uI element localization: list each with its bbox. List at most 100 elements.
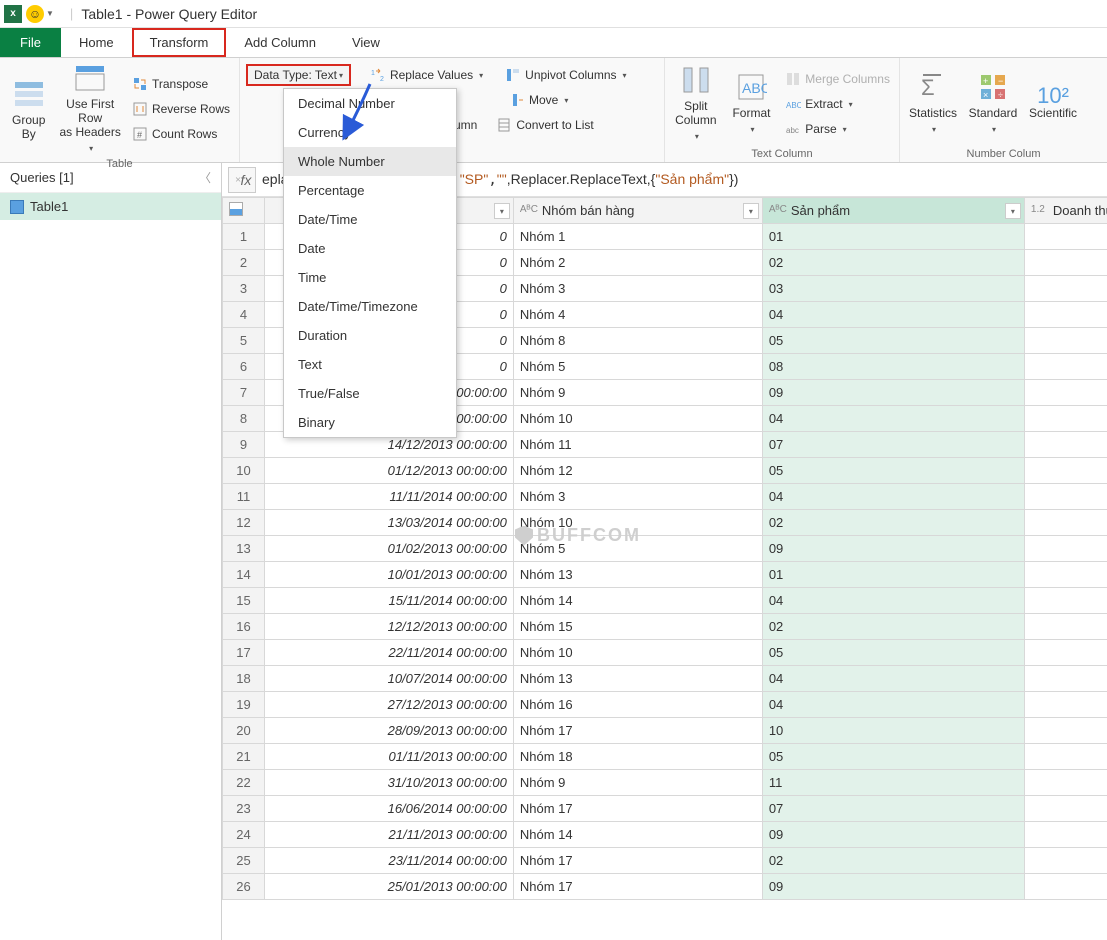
standard-button[interactable]: +−×÷ Standard▾ bbox=[966, 62, 1020, 146]
cell-group[interactable]: Nhóm 5 bbox=[513, 536, 762, 562]
cell-revenue[interactable]: 102 bbox=[1024, 666, 1107, 692]
cell-group[interactable]: Nhóm 9 bbox=[513, 770, 762, 796]
cell-revenue[interactable]: 66.3 bbox=[1024, 484, 1107, 510]
dropdown-item-true-false[interactable]: True/False bbox=[284, 379, 456, 408]
cell-group[interactable]: Nhóm 13 bbox=[513, 666, 762, 692]
cell-group[interactable]: Nhóm 11 bbox=[513, 432, 762, 458]
cell-product[interactable]: 10 bbox=[762, 718, 1024, 744]
table-row[interactable]: 2316/06/2014 00:00:00Nhóm 170747 bbox=[223, 796, 1107, 822]
cell-date[interactable]: 11/11/2014 00:00:00 bbox=[264, 484, 513, 510]
convert-to-list-button[interactable]: Convert to List bbox=[493, 114, 596, 136]
statistics-button[interactable]: Σ Statistics▾ bbox=[906, 62, 960, 146]
cell-product[interactable]: 04 bbox=[762, 588, 1024, 614]
qat-dropdown-icon[interactable]: ▼ bbox=[46, 9, 54, 18]
cell-product[interactable]: 08 bbox=[762, 354, 1024, 380]
dropdown-item-date-time[interactable]: Date/Time bbox=[284, 205, 456, 234]
dropdown-item-duration[interactable]: Duration bbox=[284, 321, 456, 350]
cell-product[interactable]: 04 bbox=[762, 302, 1024, 328]
cell-product[interactable]: 09 bbox=[762, 874, 1024, 900]
table-row[interactable]: 1111/11/2014 00:00:00Nhóm 30466.3 bbox=[223, 484, 1107, 510]
table-row[interactable]: 2421/11/2013 00:00:00Nhóm 140973.13 bbox=[223, 822, 1107, 848]
cell-date[interactable]: 10/07/2014 00:00:00 bbox=[264, 666, 513, 692]
cell-date[interactable]: 01/02/2013 00:00:00 bbox=[264, 536, 513, 562]
cell-group[interactable]: Nhóm 15 bbox=[513, 614, 762, 640]
cell-date[interactable]: 13/03/2014 00:00:00 bbox=[264, 510, 513, 536]
dropdown-item-decimal-number[interactable]: Decimal Number bbox=[284, 89, 456, 118]
dropdown-item-binary[interactable]: Binary bbox=[284, 408, 456, 437]
group-by-button[interactable]: Group By bbox=[6, 62, 51, 156]
dropdown-item-percentage[interactable]: Percentage bbox=[284, 176, 456, 205]
cell-product[interactable]: 05 bbox=[762, 328, 1024, 354]
cell-group[interactable]: Nhóm 3 bbox=[513, 276, 762, 302]
cell-product[interactable]: 09 bbox=[762, 380, 1024, 406]
data-type-button[interactable]: Data Type: Text▾ bbox=[246, 64, 351, 86]
cell-revenue[interactable]: 44.52 bbox=[1024, 744, 1107, 770]
cell-product[interactable]: 02 bbox=[762, 614, 1024, 640]
cell-product[interactable]: 01 bbox=[762, 562, 1024, 588]
cell-revenue[interactable]: 47 bbox=[1024, 796, 1107, 822]
move-button[interactable]: Move▾ bbox=[506, 89, 571, 111]
cell-date[interactable]: 01/12/2013 00:00:00 bbox=[264, 458, 513, 484]
cell-group[interactable]: Nhóm 14 bbox=[513, 588, 762, 614]
table-row[interactable]: 1810/07/2014 00:00:00Nhóm 1304102 bbox=[223, 666, 1107, 692]
cell-product[interactable]: 04 bbox=[762, 406, 1024, 432]
cell-revenue[interactable]: 25 bbox=[1024, 536, 1107, 562]
cell-date[interactable]: 27/12/2013 00:00:00 bbox=[264, 692, 513, 718]
cell-group[interactable]: Nhóm 1 bbox=[513, 224, 762, 250]
replace-values-button[interactable]: 12Replace Values▾ bbox=[367, 64, 486, 86]
scientific-button[interactable]: 10² Scientific bbox=[1026, 62, 1080, 146]
dropdown-item-currency[interactable]: Currency bbox=[284, 118, 456, 147]
cell-group[interactable]: Nhóm 4 bbox=[513, 302, 762, 328]
queries-collapse-icon[interactable]: 〈 bbox=[199, 169, 211, 186]
cell-group[interactable]: Nhóm 9 bbox=[513, 380, 762, 406]
dropdown-item-time[interactable]: Time bbox=[284, 263, 456, 292]
table-row[interactable]: 1612/12/2013 00:00:00Nhóm 150219.95 bbox=[223, 614, 1107, 640]
cell-revenue[interactable]: 155.1 bbox=[1024, 224, 1107, 250]
dropdown-item-date[interactable]: Date bbox=[284, 234, 456, 263]
cell-revenue[interactable]: 19.95 bbox=[1024, 510, 1107, 536]
column-header-san-pham[interactable]: AᴮCSản phẩm▾ bbox=[762, 198, 1024, 224]
cell-date[interactable]: 21/11/2013 00:00:00 bbox=[264, 822, 513, 848]
table-row[interactable]: 1927/12/2013 00:00:00Nhóm 160466.64 bbox=[223, 692, 1107, 718]
cell-date[interactable]: 01/11/2013 00:00:00 bbox=[264, 744, 513, 770]
query-item-table1[interactable]: Table1 bbox=[0, 193, 221, 220]
table-row[interactable]: 1722/11/2014 00:00:00Nhóm 100567.13 bbox=[223, 640, 1107, 666]
cell-group[interactable]: Nhóm 17 bbox=[513, 848, 762, 874]
table-row[interactable]: 2101/11/2013 00:00:00Nhóm 180544.52 bbox=[223, 744, 1107, 770]
cell-product[interactable]: 09 bbox=[762, 822, 1024, 848]
cell-product[interactable]: 04 bbox=[762, 692, 1024, 718]
cell-product[interactable]: 05 bbox=[762, 744, 1024, 770]
unpivot-columns-button[interactable]: Unpivot Columns▾ bbox=[502, 64, 629, 86]
cell-date[interactable]: 23/11/2014 00:00:00 bbox=[264, 848, 513, 874]
cell-group[interactable]: Nhóm 5 bbox=[513, 354, 762, 380]
column-header-doanh-thu[interactable]: 1.2Doanh thu▾ bbox=[1024, 198, 1107, 224]
grid-corner[interactable] bbox=[223, 198, 265, 224]
cell-date[interactable]: 31/10/2013 00:00:00 bbox=[264, 770, 513, 796]
cell-revenue[interactable]: 66.64 bbox=[1024, 692, 1107, 718]
table-row[interactable]: 1410/01/2013 00:00:00Nhóm 130179.95 bbox=[223, 562, 1107, 588]
format-button[interactable]: ABC Format▾ bbox=[727, 62, 777, 146]
cell-group[interactable]: Nhóm 10 bbox=[513, 510, 762, 536]
cell-product[interactable]: 11 bbox=[762, 770, 1024, 796]
cell-revenue[interactable]: 90.42 bbox=[1024, 458, 1107, 484]
cell-product[interactable]: 07 bbox=[762, 432, 1024, 458]
table-row[interactable]: 1301/02/2013 00:00:00Nhóm 50925 bbox=[223, 536, 1107, 562]
cell-revenue[interactable]: 74.25 bbox=[1024, 276, 1107, 302]
cell-product[interactable]: 02 bbox=[762, 510, 1024, 536]
column-header-nhom-ban-hang[interactable]: AᴮCNhóm bán hàng▾ bbox=[513, 198, 762, 224]
cell-group[interactable]: Nhóm 8 bbox=[513, 328, 762, 354]
table-row[interactable]: 2625/01/2013 00:00:00Nhóm 170950 bbox=[223, 874, 1107, 900]
cell-group[interactable]: Nhóm 12 bbox=[513, 458, 762, 484]
split-column-button[interactable]: Split Column▾ bbox=[671, 62, 721, 146]
tab-home[interactable]: Home bbox=[61, 28, 132, 57]
cell-revenue[interactable]: 491.4 bbox=[1024, 770, 1107, 796]
cell-revenue[interactable]: 67.13 bbox=[1024, 640, 1107, 666]
table-row[interactable]: 2028/09/2013 00:00:00Nhóm 171027.09 bbox=[223, 718, 1107, 744]
cell-revenue[interactable]: 67.32 bbox=[1024, 406, 1107, 432]
tab-file[interactable]: File bbox=[0, 28, 61, 57]
cell-group[interactable]: Nhóm 3 bbox=[513, 484, 762, 510]
cell-group[interactable]: Nhóm 2 bbox=[513, 250, 762, 276]
extract-button[interactable]: ABCExtract▾ bbox=[782, 93, 893, 115]
cell-product[interactable]: 05 bbox=[762, 458, 1024, 484]
cell-group[interactable]: Nhóm 17 bbox=[513, 718, 762, 744]
